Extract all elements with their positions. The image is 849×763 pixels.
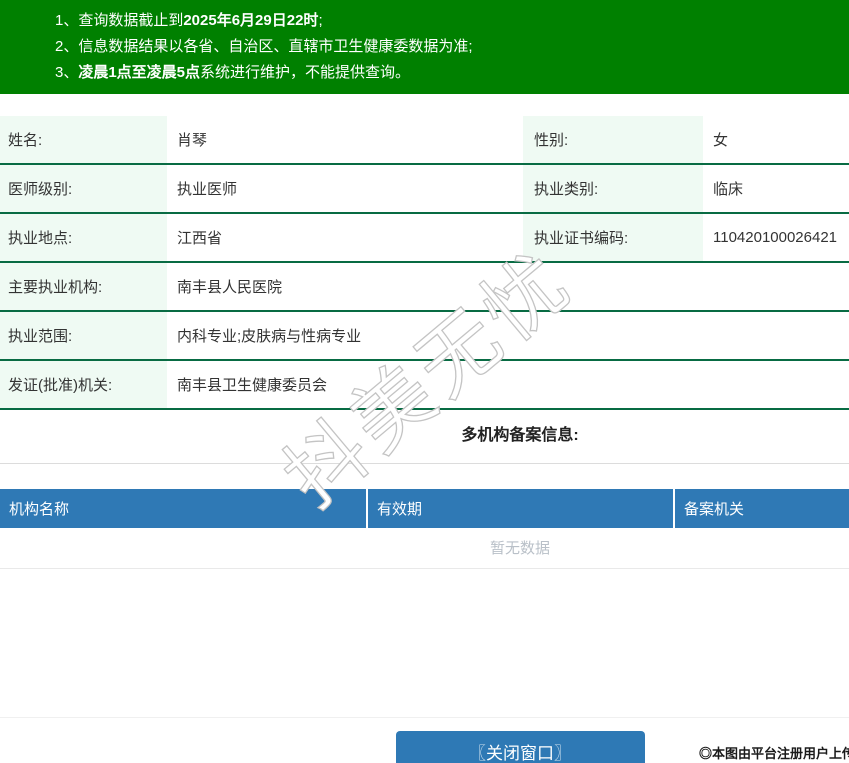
field-value-practice-location: 江西省	[177, 230, 223, 247]
table-row: 主要执业机构: 南丰县人民医院	[0, 263, 849, 312]
column-header-institution-name: 机构名称	[0, 489, 366, 528]
field-value-practice-scope: 内科专业;皮肤病与性病专业	[177, 328, 362, 345]
copyright-watermark: ◎本图由平台注册用户上传	[699, 746, 849, 761]
notice-3-bold: 凌晨1点至凌晨5点	[78, 64, 201, 81]
field-label-name: 姓名:	[0, 116, 167, 163]
close-window-button[interactable]: 〖关闭窗口〗	[395, 731, 645, 763]
field-label-doctor-level: 医师级别:	[0, 165, 167, 212]
field-label-certificate-number: 执业证书编码:	[523, 214, 703, 261]
field-value-main-institution: 南丰县人民医院	[177, 279, 283, 296]
notice-line-3: 3、凌晨1点至凌晨5点系统进行维护，不能提供查询。	[55, 60, 849, 86]
field-value-practice-category: 临床	[713, 181, 744, 198]
field-label-practice-scope: 执业范围:	[0, 312, 167, 359]
query-result-page: 1、查询数据截止到2025年6月29日22时; 2、信息数据结果以各省、自治区、…	[0, 0, 849, 763]
field-label-gender: 性别:	[523, 116, 703, 163]
notice-2-text: 2、信息数据结果以各省、自治区、直辖市卫生健康委数据为准;	[55, 38, 473, 55]
notice-1-text: 1、查询数据截止到	[55, 12, 184, 29]
field-label-practice-location: 执业地点:	[0, 214, 167, 261]
column-header-record-authority: 备案机关	[675, 489, 849, 528]
column-header-validity-period: 有效期	[368, 489, 673, 528]
field-value-gender: 女	[713, 132, 729, 149]
notice-3-text: 3、	[55, 64, 79, 81]
notice-1-tail: ;	[318, 12, 323, 29]
multi-institution-section-title: 多机构备案信息:	[461, 427, 579, 444]
table-row: 发证(批准)机关: 南丰县卫生健康委员会	[0, 361, 849, 410]
notice-line-2: 2、信息数据结果以各省、自治区、直辖市卫生健康委数据为准;	[55, 34, 849, 60]
notice-3-tail: 系统进行维护，不能提供查询。	[200, 64, 411, 81]
field-label-practice-category: 执业类别:	[523, 165, 703, 212]
field-label-main-institution: 主要执业机构:	[0, 263, 167, 310]
empty-data-placeholder: 暂无数据	[0, 528, 849, 569]
notice-line-1: 1、查询数据截止到2025年6月29日22时;	[55, 8, 849, 34]
table-row: 医师级别: 执业医师 执业类别: 临床	[0, 165, 849, 214]
records-table-header: 机构名称 有效期 备案机关	[0, 489, 849, 528]
notice-banner: 1、查询数据截止到2025年6月29日22时; 2、信息数据结果以各省、自治区、…	[0, 0, 849, 94]
table-row: 姓名: 肖琴 性别: 女	[0, 116, 849, 165]
notice-1-bold: 2025年6月29日22时	[183, 12, 319, 29]
doctor-info-table: 姓名: 肖琴 性别: 女 医师级别: 执业医师 执业类别: 临床 执业地点: 江…	[0, 116, 849, 410]
field-value-certificate-number: 110420100026421	[713, 229, 838, 246]
content-spacer	[0, 569, 849, 718]
table-row: 执业范围: 内科专业;皮肤病与性病专业	[0, 312, 849, 361]
table-row: 执业地点: 江西省 执业证书编码: 110420100026421	[0, 214, 849, 263]
field-value-issuing-authority: 南丰县卫生健康委员会	[177, 377, 328, 394]
field-value-doctor-level: 执业医师	[177, 181, 238, 198]
field-label-issuing-authority: 发证(批准)机关:	[0, 361, 167, 408]
section-divider	[0, 463, 849, 464]
field-value-name: 肖琴	[177, 132, 208, 149]
